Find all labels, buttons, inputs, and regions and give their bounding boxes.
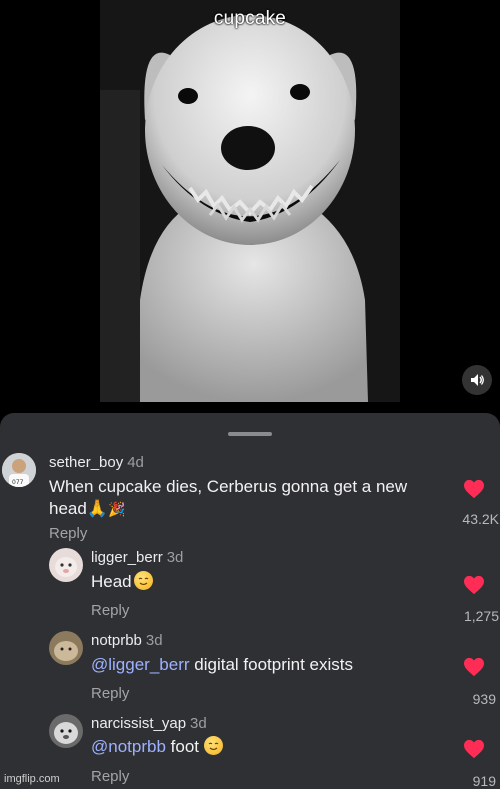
svg-text:077: 077 (12, 479, 24, 486)
avatar[interactable] (49, 548, 83, 582)
reply-button[interactable]: Reply (91, 768, 129, 785)
watermark: imgflip.com (4, 773, 60, 785)
folded-hands-emoji: 🙏 (86, 499, 108, 518)
like-button[interactable] (452, 657, 496, 677)
comment-meta: notprbb 3d (91, 632, 163, 649)
comment-time: 3d (145, 632, 163, 649)
video-frame (100, 0, 400, 402)
like-count: 939 (472, 691, 496, 707)
speaker-icon (471, 374, 484, 386)
comment-meta: sether_boy 4d (49, 454, 144, 471)
sheet-drag-handle[interactable] (228, 432, 272, 436)
heart-icon (464, 575, 484, 595)
like-count: 43.2K (462, 511, 499, 527)
like-count: 919 (472, 773, 496, 789)
sound-button[interactable] (462, 365, 492, 395)
avatar[interactable] (49, 631, 83, 665)
heart-icon (464, 479, 484, 499)
relieved-face-emoji (203, 736, 223, 755)
reply-button[interactable]: Reply (49, 525, 87, 542)
like-button[interactable] (452, 739, 496, 759)
video-title: cupcake (213, 8, 287, 29)
comment-username[interactable]: ligger_berr (91, 549, 163, 566)
comment-time: 3d (190, 715, 207, 732)
avatar[interactable] (49, 714, 83, 748)
reply-button[interactable]: Reply (91, 602, 129, 619)
mention-link[interactable]: @notprbb (91, 737, 166, 756)
avatar[interactable]: 077 (2, 453, 36, 487)
reply-button[interactable]: Reply (91, 685, 129, 702)
mention-link[interactable]: @ligger_berr (91, 655, 190, 674)
comment-meta: narcissist_yap 3d (91, 715, 207, 732)
comment-username[interactable]: narcissist_yap (91, 715, 186, 732)
comment-meta: ligger_berr 3d (91, 549, 183, 566)
like-button[interactable] (452, 575, 496, 595)
party-popper-emoji: 🎉 (108, 501, 126, 517)
like-count: 1,275 (463, 608, 499, 624)
like-button[interactable] (452, 479, 496, 499)
comment-time: 4d (127, 454, 144, 471)
video-player[interactable]: cupcake (0, 0, 500, 402)
relieved-face-emoji (133, 571, 153, 590)
comment-username[interactable]: notprbb (91, 632, 142, 649)
comment-text: @ligger_berr digital footprint exists (91, 655, 353, 674)
comment-text: @notprbb foot (91, 736, 223, 758)
heart-icon (464, 657, 484, 677)
heart-icon (464, 739, 484, 759)
comment-username[interactable]: sether_boy (49, 454, 123, 471)
comment-text: Head (91, 571, 153, 593)
comments-sheet[interactable]: 077 sether_boy 4d When cupcake dies, Cerb… (0, 413, 500, 789)
comment-text: When cupcake dies, Cerberus gonna get a … (49, 477, 408, 518)
comment-time: 3d (166, 549, 184, 566)
dog-image (100, 0, 400, 402)
